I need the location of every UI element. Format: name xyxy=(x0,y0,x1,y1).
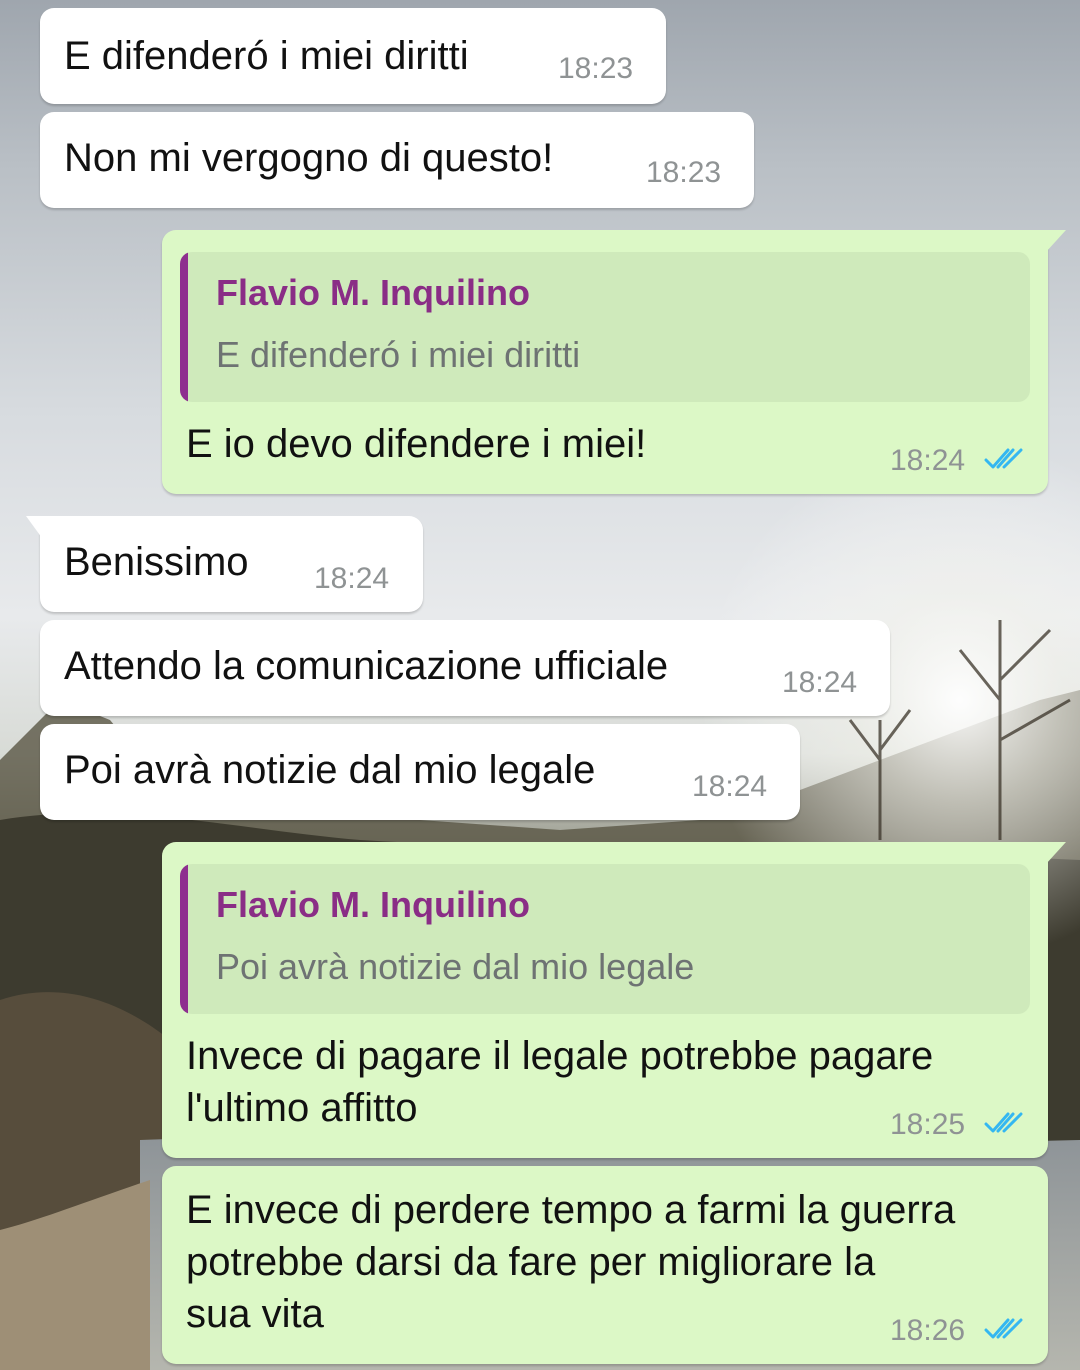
quoted-author: Flavio M. Inquilino xyxy=(216,884,530,925)
message-text: Non mi vergogno di questo! xyxy=(64,136,554,180)
message-text: Poi avrà notizie dal mio legale xyxy=(64,748,596,792)
message-timestamp: 18:24 xyxy=(314,562,390,595)
message-text: Attendo la comunicazione ufficiale xyxy=(64,644,669,688)
outgoing-message-bubble[interactable]: Flavio M. Inquilino Poi avrà notizie dal… xyxy=(162,842,1066,1158)
message-timestamp: 18:23 xyxy=(558,52,634,85)
incoming-message-bubble[interactable]: Poi avrà notizie dal mio legale 18:24 xyxy=(40,724,800,820)
double-check-read-icon xyxy=(984,1112,1023,1133)
message-text: Benissimo xyxy=(64,540,249,584)
message-timestamp: 18:25 xyxy=(890,1108,966,1141)
incoming-message-bubble[interactable]: Non mi vergogno di questo! 18:23 xyxy=(40,112,754,208)
message-timestamp: 18:24 xyxy=(890,444,966,477)
outgoing-message-bubble[interactable]: E invece di perdere tempo a farmi la gue… xyxy=(162,1166,1048,1364)
incoming-message-bubble[interactable]: Attendo la comunicazione ufficiale 18:24 xyxy=(40,620,890,716)
message-timestamp: 18:24 xyxy=(692,770,768,803)
message-text-line: potrebbe darsi da fare per migliorare la xyxy=(186,1240,876,1284)
incoming-message-bubble[interactable]: Benissimo 18:24 xyxy=(26,516,423,612)
chat-message-list[interactable]: E difenderó i miei diritti 18:23 Non mi … xyxy=(0,0,1080,1370)
message-text-line: Invece di pagare il legale potrebbe paga… xyxy=(186,1034,934,1078)
message-text: E difenderó i miei diritti xyxy=(64,34,469,78)
double-check-read-icon xyxy=(984,1318,1023,1339)
quoted-message[interactable]: Flavio M. Inquilino Poi avrà notizie dal… xyxy=(180,864,1030,1014)
message-text-line: l'ultimo affitto xyxy=(186,1086,418,1130)
bubble-tail xyxy=(1046,842,1066,864)
bubble-tail xyxy=(1046,230,1066,252)
quoted-text: E difenderó i miei diritti xyxy=(216,334,581,375)
message-timestamp: 18:23 xyxy=(646,156,722,189)
double-check-read-icon xyxy=(984,448,1023,469)
incoming-message-bubble[interactable]: E difenderó i miei diritti 18:23 xyxy=(40,8,666,104)
bubble-tail xyxy=(26,516,42,538)
quoted-text: Poi avrà notizie dal mio legale xyxy=(216,946,695,987)
message-text-line: sua vita xyxy=(186,1292,324,1336)
message-text: E io devo difendere i miei! xyxy=(186,422,647,466)
quoted-author: Flavio M. Inquilino xyxy=(216,272,530,313)
outgoing-message-bubble[interactable]: Flavio M. Inquilino E difenderó i miei d… xyxy=(162,230,1066,494)
quote-accent-bar xyxy=(180,252,188,402)
message-timestamp: 18:26 xyxy=(890,1314,966,1347)
quoted-message[interactable]: Flavio M. Inquilino E difenderó i miei d… xyxy=(180,252,1030,402)
message-timestamp: 18:24 xyxy=(782,666,858,699)
quote-accent-bar xyxy=(180,864,188,1014)
message-text-line: E invece di perdere tempo a farmi la gue… xyxy=(186,1188,956,1232)
